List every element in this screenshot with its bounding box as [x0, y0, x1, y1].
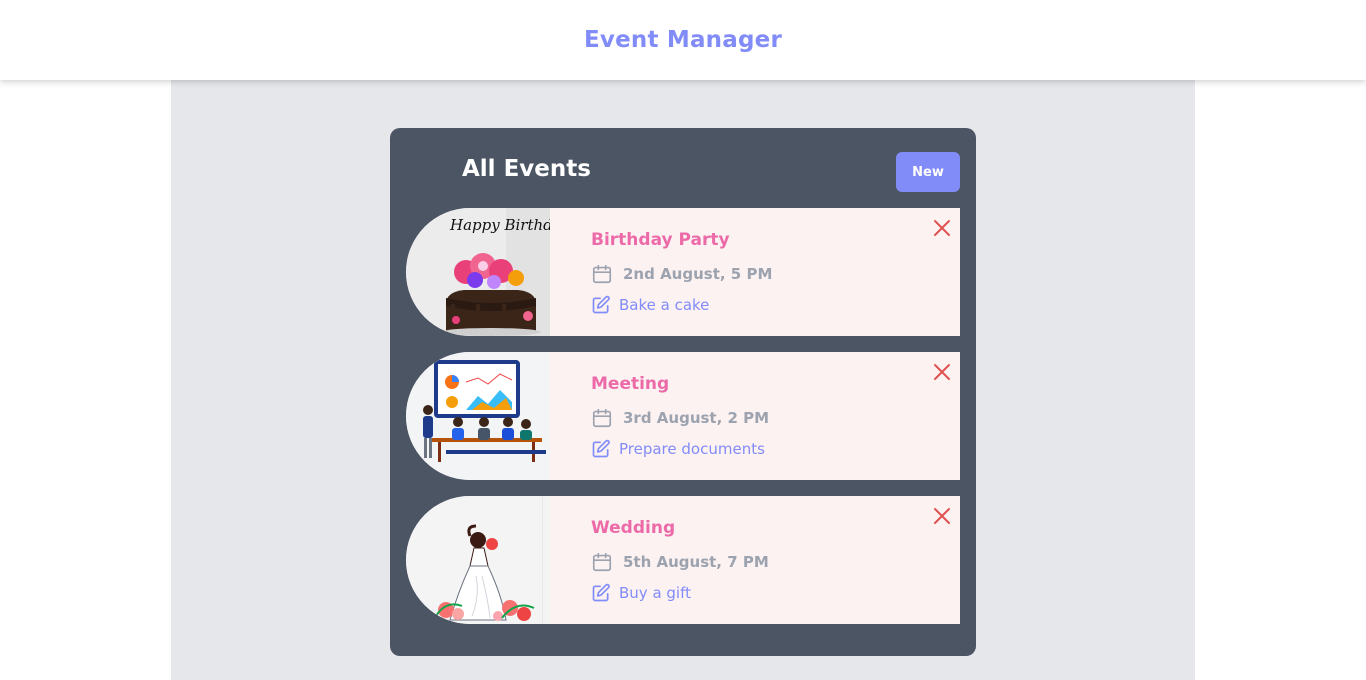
- delete-event-button[interactable]: [932, 362, 952, 382]
- event-card[interactable]: Meeting 3rd August, 2 PM Prepare documen…: [406, 352, 960, 480]
- event-date: 5th August, 7 PM: [623, 553, 769, 571]
- event-date-row: 3rd August, 2 PM: [591, 407, 769, 429]
- calendar-icon: [592, 408, 612, 428]
- event-name: Birthday Party: [591, 230, 730, 250]
- cake-topper-text: Happy Birthday: [449, 216, 566, 234]
- event-note[interactable]: Buy a gift: [619, 584, 691, 602]
- new-event-button[interactable]: New: [896, 152, 960, 192]
- calendar-icon: [592, 264, 612, 284]
- meeting-illustration: [406, 352, 566, 480]
- event-date: 2nd August, 5 PM: [623, 265, 773, 283]
- edit-icon[interactable]: [591, 295, 611, 315]
- event-note[interactable]: Bake a cake: [619, 296, 709, 314]
- panel-title: All Events: [462, 156, 591, 182]
- events-panel: All Events New Happy Birthday Birthday P…: [390, 128, 976, 656]
- app-title: Event Manager: [584, 27, 782, 53]
- event-card[interactable]: Happy Birthday Birthday Party 2nd August…: [406, 208, 960, 336]
- event-details: Meeting 3rd August, 2 PM Prepare documen…: [550, 352, 960, 480]
- event-date-row: 2nd August, 5 PM: [591, 263, 772, 285]
- wedding-illustration: [406, 496, 566, 624]
- edit-icon[interactable]: [591, 583, 611, 603]
- event-note-row[interactable]: Prepare documents: [591, 439, 765, 459]
- event-date: 3rd August, 2 PM: [623, 409, 770, 427]
- event-name: Meeting: [591, 374, 670, 394]
- event-details: Birthday Party 2nd August, 5 PM Bake a c…: [550, 208, 960, 336]
- event-details: Wedding 5th August, 7 PM Buy a gift: [550, 496, 960, 624]
- event-card[interactable]: Wedding 5th August, 7 PM Buy a gift: [406, 496, 960, 624]
- event-note-row[interactable]: Buy a gift: [591, 583, 691, 603]
- event-name: Wedding: [591, 518, 676, 538]
- top-bar: Event Manager: [0, 0, 1366, 80]
- event-date-row: 5th August, 7 PM: [591, 551, 769, 573]
- close-icon[interactable]: [933, 363, 951, 381]
- calendar-icon: [592, 552, 612, 572]
- delete-event-button[interactable]: [932, 506, 952, 526]
- event-note-row[interactable]: Bake a cake: [591, 295, 709, 315]
- birthday-cake-image: Happy Birthday: [406, 208, 566, 336]
- close-icon[interactable]: [933, 507, 951, 525]
- close-icon[interactable]: [933, 219, 951, 237]
- event-note[interactable]: Prepare documents: [619, 440, 765, 458]
- edit-icon[interactable]: [591, 439, 611, 459]
- delete-event-button[interactable]: [932, 218, 952, 238]
